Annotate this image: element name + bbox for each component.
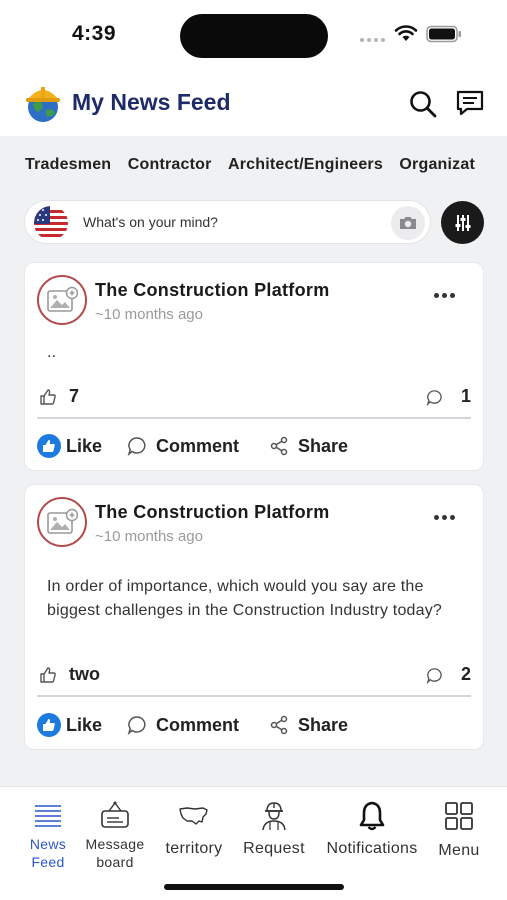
status-bar: 4:39 (0, 0, 507, 78)
post-timestamp: ~10 months ago (95, 306, 203, 323)
camera-icon[interactable] (391, 206, 425, 240)
comment-button[interactable]: Comment (127, 710, 239, 740)
status-time: 4:39 (72, 22, 117, 45)
comment-button[interactable]: Comment (127, 431, 239, 461)
nav-label: Message (85, 836, 145, 852)
like-label: Like (66, 435, 103, 456)
bell-icon (359, 801, 385, 831)
worker-icon (262, 802, 286, 831)
tab-architect-engineers[interactable]: Architect/Engineers (228, 136, 383, 192)
post-stats: 7 1 (39, 385, 471, 411)
like-label: Like (66, 714, 103, 735)
author-avatar[interactable] (37, 497, 87, 547)
divider (37, 695, 471, 697)
chat-icon[interactable] (455, 88, 485, 118)
nav-label: Feed (31, 854, 65, 870)
wifi-icon (394, 25, 418, 41)
hardhat-globe-icon (26, 87, 60, 122)
share-label: Share (298, 714, 349, 735)
comment-bubble-icon (127, 716, 146, 735)
dynamic-island (180, 14, 328, 58)
like-button[interactable]: Like (37, 710, 102, 740)
comment-bubble-icon (127, 437, 146, 456)
more-options-icon[interactable] (434, 515, 455, 520)
thumbs-up-icon (37, 434, 61, 458)
nav-notifications[interactable]: Notifications (318, 787, 426, 877)
composer-placeholder: What's on your mind? (83, 214, 218, 230)
post-card: The Construction Platform ~10 months ago… (24, 262, 484, 471)
nav-label: Notifications (326, 840, 418, 857)
post-author[interactable]: The Construction Platform (95, 502, 330, 523)
cellular-signal-icon (360, 38, 385, 42)
share-icon (270, 715, 288, 735)
nav-menu[interactable]: Menu (428, 787, 490, 877)
share-button[interactable]: Share (269, 431, 348, 461)
message-board-icon (101, 801, 129, 828)
comment-bubble-icon (426, 668, 442, 684)
search-icon[interactable] (408, 89, 438, 119)
post-composer[interactable]: What's on your mind? (24, 200, 431, 244)
post-card: The Construction Platform ~10 months ago… (24, 484, 484, 750)
battery-icon (426, 25, 461, 43)
thumbs-up-icon (37, 713, 61, 737)
comment-bubble-icon (426, 390, 442, 406)
nav-label: territory (165, 840, 223, 857)
nav-request[interactable]: Request (238, 787, 310, 877)
post-author[interactable]: The Construction Platform (95, 280, 330, 301)
post-actions: Like Comment Share (37, 431, 471, 461)
share-label: Share (298, 435, 349, 456)
bottom-nav: News Feed Message board territory Reques… (0, 786, 507, 900)
post-timestamp: ~10 months ago (95, 528, 203, 545)
nav-news-feed[interactable]: News Feed (20, 787, 76, 877)
thumbs-up-icon (40, 667, 56, 683)
post-body: .. (47, 344, 57, 361)
post-stats: two 2 (39, 663, 471, 689)
image-placeholder-icon (47, 286, 78, 312)
post-body: In order of importance, which would you … (47, 578, 443, 619)
home-indicator (164, 884, 344, 890)
sliders-icon (455, 214, 470, 231)
nav-label: board (96, 854, 134, 870)
thumbs-up-icon (40, 389, 56, 405)
comment-label: Comment (156, 435, 240, 456)
comment-label: Comment (156, 714, 240, 735)
nav-label: Menu (438, 842, 480, 859)
usa-map-icon (179, 807, 208, 825)
app-header: My News Feed (0, 78, 507, 136)
likes-count[interactable]: 7 (69, 386, 79, 407)
post-actions: Like Comment Share (37, 710, 471, 740)
grid-icon (445, 802, 473, 830)
filter-button[interactable] (441, 201, 484, 244)
comments-count[interactable]: 2 (461, 664, 471, 685)
tab-tradesmen[interactable]: Tradesmen (25, 136, 111, 192)
like-button[interactable]: Like (37, 431, 102, 461)
nav-territory[interactable]: territory (158, 787, 230, 877)
nav-label: News (29, 836, 67, 852)
likes-count[interactable]: two (69, 664, 100, 685)
share-icon (270, 436, 288, 456)
tab-organization[interactable]: Organizat (399, 136, 475, 192)
page-title: My News Feed (72, 89, 231, 115)
tab-contractor[interactable]: Contractor (128, 136, 212, 192)
category-tabs: Tradesmen Contractor Architect/Engineers… (0, 136, 507, 192)
share-button[interactable]: Share (269, 710, 348, 740)
user-avatar (34, 206, 68, 240)
image-placeholder-icon (47, 508, 78, 534)
list-icon (35, 805, 61, 827)
more-options-icon[interactable] (434, 293, 455, 298)
nav-label: Request (243, 840, 305, 857)
comments-count[interactable]: 1 (461, 386, 471, 407)
author-avatar[interactable] (37, 275, 87, 325)
nav-message-board[interactable]: Message board (82, 787, 148, 877)
divider (37, 417, 471, 419)
